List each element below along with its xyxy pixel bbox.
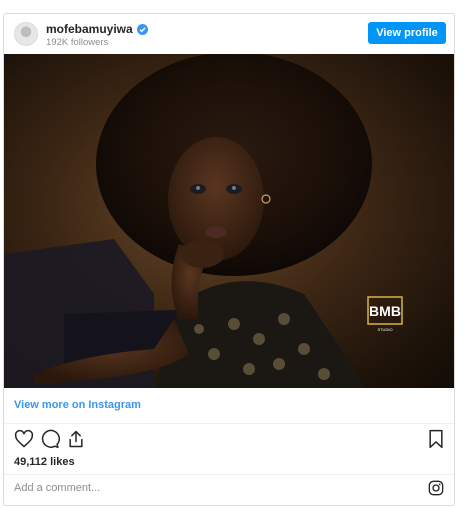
post-header: mofebamuyiwa 192K followers View profile: [4, 14, 454, 54]
studio-logo: BMB STUDIO: [367, 296, 403, 332]
avatar[interactable]: [14, 22, 38, 46]
comment-icon[interactable]: [40, 429, 60, 449]
divider: [4, 474, 454, 475]
username-row: mofebamuyiwa: [46, 22, 148, 36]
view-profile-button[interactable]: View profile: [368, 22, 446, 44]
svg-text:STUDIO: STUDIO: [377, 327, 392, 332]
svg-text:BMB: BMB: [369, 303, 401, 319]
verified-badge-icon: [136, 23, 148, 35]
heart-icon[interactable]: [14, 429, 34, 449]
bookmark-icon[interactable]: [426, 429, 446, 449]
username[interactable]: mofebamuyiwa: [46, 22, 133, 36]
divider: [4, 423, 454, 424]
followers-count: 192K followers: [46, 37, 109, 48]
share-icon[interactable]: [66, 429, 86, 449]
action-bar: [4, 427, 454, 453]
comment-input[interactable]: Add a comment...: [14, 482, 100, 494]
post-image[interactable]: BMB STUDIO: [4, 54, 454, 388]
instagram-icon[interactable]: [428, 480, 444, 496]
likes-count[interactable]: 49,112 likes: [14, 456, 75, 468]
view-more-link[interactable]: View more on Instagram: [14, 399, 141, 411]
post-image-illustration: BMB STUDIO: [4, 54, 403, 388]
instagram-embed-card: mofebamuyiwa 192K followers View profile: [3, 13, 455, 506]
